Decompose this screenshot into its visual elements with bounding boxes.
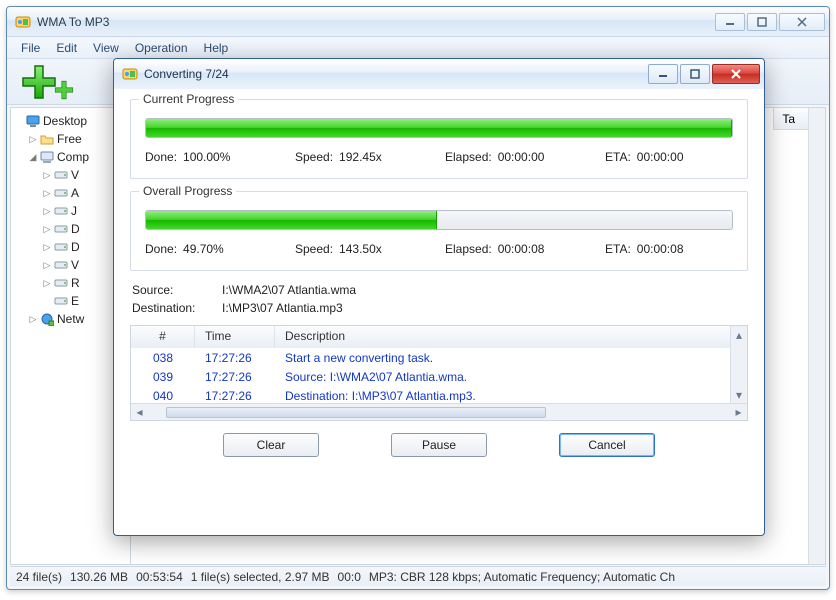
overall-speed-value: 143.50x [339,242,382,256]
current-elapsed-value: 00:00:00 [498,150,545,164]
tree-computer[interactable]: ◢Comp [13,148,128,166]
overall-eta-label: ETA: [605,242,631,256]
status-selected: 1 file(s) selected, 2.97 MB [191,570,330,584]
menu-edit[interactable]: Edit [50,39,83,57]
drive-icon [53,275,69,291]
main-titlebar[interactable]: WMA To MP3 [7,7,829,37]
scroll-right-icon[interactable]: ▸ [730,404,747,421]
destination-label: Destination: [132,301,222,315]
overall-eta-value: 00:00:08 [637,242,684,256]
current-speed-value: 192.45x [339,150,382,164]
tree-drive[interactable]: ▷A [13,184,128,202]
app-icon [15,14,31,30]
log-col-desc[interactable]: Description [275,326,747,348]
status-format: MP3: CBR 128 kbps; Automatic Frequency; … [369,570,675,584]
tree-drive[interactable]: ▷V [13,166,128,184]
tree-drive[interactable]: ▷V [13,256,128,274]
tree-network[interactable]: ▷Netw [13,310,128,328]
scroll-thumb[interactable] [166,407,546,418]
menu-operation[interactable]: Operation [129,39,194,57]
monitor-icon [25,113,41,129]
list-column-tail[interactable]: Ta [773,108,803,129]
log-col-num[interactable]: # [131,326,195,348]
statusbar: 24 file(s) 130.26 MB 00:53:54 1 file(s) … [10,566,826,586]
tree-desktop[interactable]: Desktop [13,112,128,130]
menu-help[interactable]: Help [198,39,235,57]
log-hscroll[interactable]: ◂ ▸ [131,403,747,420]
source-label: Source: [132,283,222,297]
overall-progress-fill [146,211,437,229]
log-row[interactable]: 03917:27:26Source: I:\WMA2\07 Atlantia.w… [131,367,730,386]
log-vscroll[interactable]: ▴ ▾ [730,326,747,403]
overall-elapsed-value: 00:00:08 [498,242,545,256]
drive-icon [53,185,69,201]
dialog-minimize-button[interactable] [648,64,678,84]
network-icon [39,311,55,327]
drive-icon [53,221,69,237]
overall-speed-label: Speed: [295,242,333,256]
source-value: I:\WMA2\07 Atlantia.wma [222,283,356,297]
overall-done-value: 49.70% [183,242,224,256]
scroll-up-icon[interactable]: ▴ [731,326,747,343]
log-row[interactable]: 04017:27:26Destination: I:\MP3\07 Atlant… [131,386,730,403]
drive-icon [53,257,69,273]
tree-drive[interactable]: ▷R [13,274,128,292]
scroll-left-icon[interactable]: ◂ [131,404,148,421]
overall-elapsed-label: Elapsed: [445,242,492,256]
main-menu: File Edit View Operation Help [7,37,829,59]
dialog-maximize-button[interactable] [680,64,710,84]
log-header[interactable]: # Time Description [131,326,747,348]
drive-icon [53,239,69,255]
dialog-close-button[interactable] [712,64,760,84]
tree-drive[interactable]: ▷D [13,220,128,238]
menu-file[interactable]: File [15,39,46,57]
log-table: # Time Description 03817:27:26Start a ne… [130,325,748,421]
cancel-button[interactable]: Cancel [559,433,655,457]
tree-drive[interactable]: ▷J [13,202,128,220]
current-progress-bar [145,118,733,138]
destination-value: I:\MP3\07 Atlantia.mp3 [222,301,343,315]
drive-icon [53,203,69,219]
status-files: 24 file(s) [16,570,62,584]
current-progress-group: Current Progress Done:100.00% Speed:192.… [130,99,748,179]
main-minimize-button[interactable] [715,13,745,31]
current-done-label: Done: [145,150,177,164]
status-size: 130.26 MB [70,570,128,584]
current-elapsed-label: Elapsed: [445,150,492,164]
log-col-time[interactable]: Time [195,326,275,348]
folder-icon [39,131,55,147]
main-close-button[interactable] [779,13,825,31]
computer-icon [39,149,55,165]
scroll-down-icon[interactable]: ▾ [731,386,747,403]
overall-progress-legend: Overall Progress [139,184,236,198]
drive-icon [53,167,69,183]
log-row[interactable]: 03817:27:26Start a new converting task. [131,348,730,367]
main-title: WMA To MP3 [37,15,715,29]
dialog-app-icon [122,66,138,82]
menu-view[interactable]: View [87,39,125,57]
tree-drive[interactable]: ▷D [13,238,128,256]
current-eta-label: ETA: [605,150,631,164]
current-progress-fill [146,119,732,137]
overall-done-label: Done: [145,242,177,256]
dialog-title: Converting 7/24 [144,67,648,81]
tree-drive[interactable]: E [13,292,128,310]
dialog-titlebar[interactable]: Converting 7/24 [114,59,764,89]
pause-button[interactable]: Pause [391,433,487,457]
tree-free[interactable]: ▷Free [13,130,128,148]
current-eta-value: 00:00:00 [637,150,684,164]
list-scrollbar[interactable] [808,108,825,564]
add-files-small-icon[interactable] [59,63,75,101]
current-progress-legend: Current Progress [139,92,238,106]
drive-icon [53,293,69,309]
main-maximize-button[interactable] [747,13,777,31]
clear-button[interactable]: Clear [223,433,319,457]
overall-progress-group: Overall Progress Done:49.70% Speed:143.5… [130,191,748,271]
status-duration: 00:53:54 [136,570,183,584]
status-seltime: 00:0 [338,570,361,584]
overall-progress-bar [145,210,733,230]
current-done-value: 100.00% [183,150,230,164]
converting-dialog: Converting 7/24 Current Progress Done: 10… [113,58,765,536]
current-speed-label: Speed: [295,150,333,164]
